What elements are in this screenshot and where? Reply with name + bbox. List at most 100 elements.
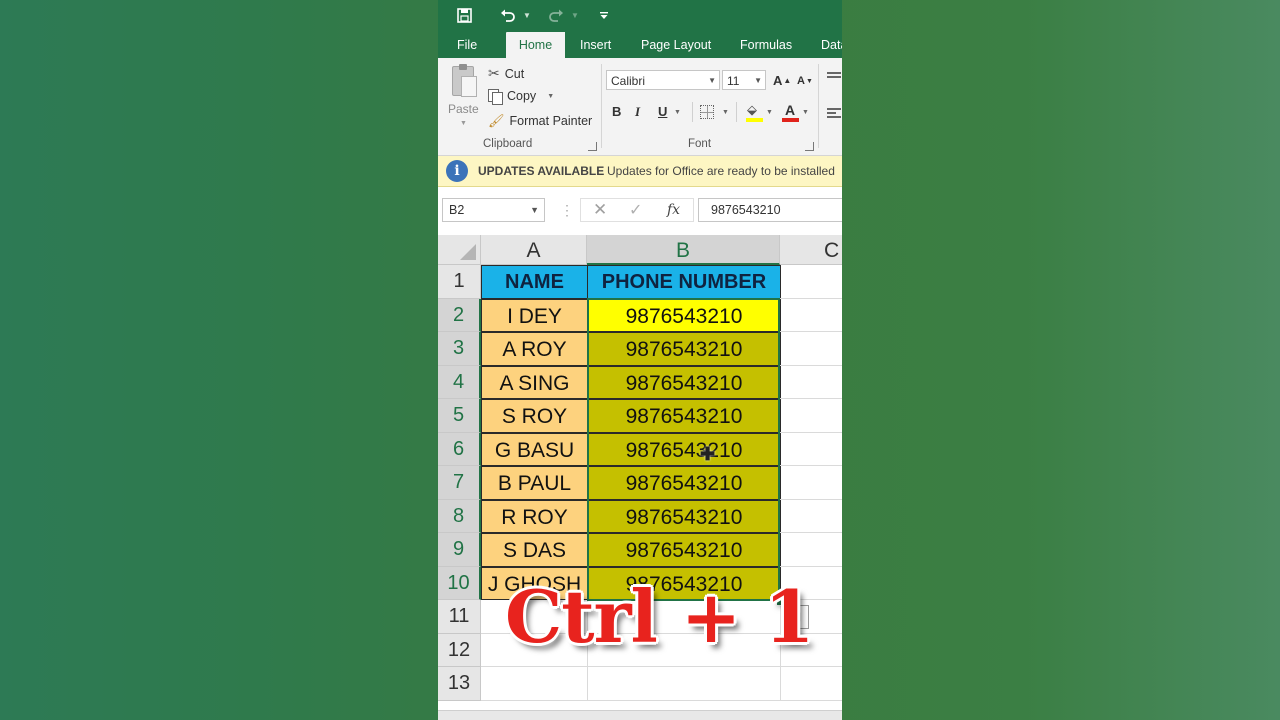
font-size-combo[interactable]: 11 ▼ [722, 70, 766, 90]
name-cell[interactable]: R ROY [481, 499, 588, 533]
redo-dropdown-icon[interactable]: ▼ [570, 5, 580, 25]
paste-dropdown-icon: ▼ [460, 120, 467, 127]
row-header-4[interactable]: 4 [438, 365, 481, 399]
empty-cell[interactable] [780, 332, 842, 366]
row-header-11[interactable]: 11 [438, 600, 481, 634]
row-header-13[interactable]: 13 [438, 667, 481, 701]
bold-button[interactable]: B [612, 104, 621, 119]
borders-button[interactable] [700, 105, 714, 119]
tab-insert[interactable]: Insert [570, 32, 621, 58]
empty-cell[interactable] [780, 667, 842, 701]
horizontal-scrollbar[interactable] [438, 710, 842, 720]
empty-cell[interactable] [780, 399, 842, 433]
name-box-value: B2 [449, 203, 465, 217]
empty-cell[interactable] [780, 366, 842, 399]
phone-cell[interactable]: 9876543210 [587, 432, 781, 466]
redo-icon[interactable] [546, 5, 566, 25]
italic-button[interactable]: I [635, 104, 640, 120]
tab-formulas[interactable]: Formulas [730, 32, 802, 58]
empty-cell[interactable] [780, 533, 842, 567]
font-color-button[interactable]: A [782, 102, 800, 124]
row-header-9[interactable]: 9 [438, 533, 481, 567]
select-all-button[interactable] [438, 235, 481, 265]
borders-dropdown-icon[interactable]: ▼ [722, 109, 729, 116]
formula-input[interactable]: 9876543210 [698, 198, 842, 222]
empty-cell[interactable] [780, 500, 842, 533]
name-cell[interactable]: S ROY [481, 399, 588, 433]
insert-function-icon[interactable]: fx [667, 202, 680, 218]
grow-font-button[interactable]: A ▲ [773, 73, 791, 88]
fill-color-dropdown-icon[interactable]: ▼ [766, 109, 773, 116]
name-cell[interactable]: B PAUL [481, 466, 588, 500]
row-header-5[interactable]: 5 [438, 399, 481, 433]
paint-bucket-icon: ⬙ [747, 102, 757, 117]
phone-cell[interactable]: 9876543210 [587, 499, 781, 533]
cancel-icon[interactable]: ✕ [593, 200, 607, 220]
row-header-12[interactable]: 12 [438, 633, 481, 667]
clipboard-launcher-icon[interactable] [588, 142, 597, 151]
info-icon: i [446, 160, 468, 182]
header-cell-name[interactable]: NAME [481, 265, 588, 299]
copy-button[interactable]: Copy ▼ [488, 89, 554, 105]
phone-cell[interactable]: 9876543210 [587, 399, 781, 433]
column-header-a[interactable]: A [481, 235, 587, 265]
shrink-font-button[interactable]: A ▼ [797, 75, 813, 87]
clipboard-group-label: Clipboard [483, 138, 533, 150]
name-box[interactable]: B2 ▼ [442, 198, 545, 222]
font-launcher-icon[interactable] [805, 142, 814, 151]
row-header-6[interactable]: 6 [438, 432, 481, 466]
name-cell[interactable]: A ROY [481, 332, 588, 366]
empty-cell[interactable] [780, 299, 842, 332]
active-cell[interactable]: 9876543210 [587, 298, 781, 332]
copy-dropdown-icon[interactable]: ▼ [547, 93, 554, 100]
phone-cell[interactable]: 9876543210 [587, 533, 781, 567]
font-color-label: A [785, 102, 796, 118]
phone-cell[interactable]: 9876543210 [587, 332, 781, 366]
paste-button[interactable]: Paste ▼ [446, 64, 480, 127]
column-header-b[interactable]: B [587, 235, 780, 265]
phone-cell[interactable]: 9876543210 [587, 365, 781, 399]
align-top-icon[interactable] [827, 72, 841, 80]
undo-icon[interactable] [498, 5, 518, 25]
title-bar: ▼ ▼ [438, 0, 842, 32]
empty-cell[interactable] [587, 667, 781, 701]
font-name-combo[interactable]: Calibri ▼ [606, 70, 720, 90]
format-painter-button[interactable]: 🖌 Format Painter [488, 113, 592, 129]
empty-cell[interactable] [780, 433, 842, 466]
row-header-7[interactable]: 7 [438, 466, 481, 500]
underline-button[interactable]: U [658, 104, 667, 119]
font-color-icon [782, 118, 799, 122]
header-cell-phone[interactable]: PHONE NUMBER [587, 265, 781, 299]
group-divider [601, 64, 602, 148]
customize-qat-icon[interactable] [596, 5, 612, 25]
cell-c1[interactable] [780, 265, 842, 299]
cut-button[interactable]: ✂ Cut [488, 65, 524, 82]
row-header-8[interactable]: 8 [438, 499, 481, 533]
name-cell[interactable]: A SING [481, 365, 588, 399]
fill-color-button[interactable]: ⬙ [746, 102, 764, 124]
formula-bar-grip-icon[interactable]: ⋮ [560, 202, 574, 219]
tab-home[interactable]: Home [506, 32, 565, 58]
shortcut-caption: Ctrl + 1 [505, 574, 814, 659]
empty-cell[interactable] [481, 667, 588, 701]
underline-dropdown-icon[interactable]: ▼ [674, 109, 681, 116]
tab-file[interactable]: File [447, 32, 487, 58]
row-header-10[interactable]: 10 [438, 566, 481, 600]
undo-dropdown-icon[interactable]: ▼ [522, 5, 532, 25]
row-header-2[interactable]: 2 [438, 298, 481, 332]
row-header-3[interactable]: 3 [438, 332, 481, 366]
column-header-c[interactable]: C [780, 235, 842, 265]
align-left-icon[interactable] [827, 108, 841, 118]
font-color-dropdown-icon[interactable]: ▼ [802, 109, 809, 116]
name-cell[interactable]: I DEY [481, 298, 588, 332]
name-cell[interactable]: S DAS [481, 533, 588, 567]
row-header-1[interactable]: 1 [438, 265, 481, 299]
phone-cell[interactable]: 9876543210 [587, 466, 781, 500]
save-icon[interactable] [454, 5, 474, 25]
tab-data[interactable]: Data [811, 32, 842, 58]
empty-cell[interactable] [780, 466, 842, 500]
name-cell[interactable]: G BASU [481, 432, 588, 466]
enter-icon[interactable]: ✓ [629, 200, 642, 220]
tab-page-layout[interactable]: Page Layout [631, 32, 721, 58]
font-name-value: Calibri [611, 74, 646, 88]
